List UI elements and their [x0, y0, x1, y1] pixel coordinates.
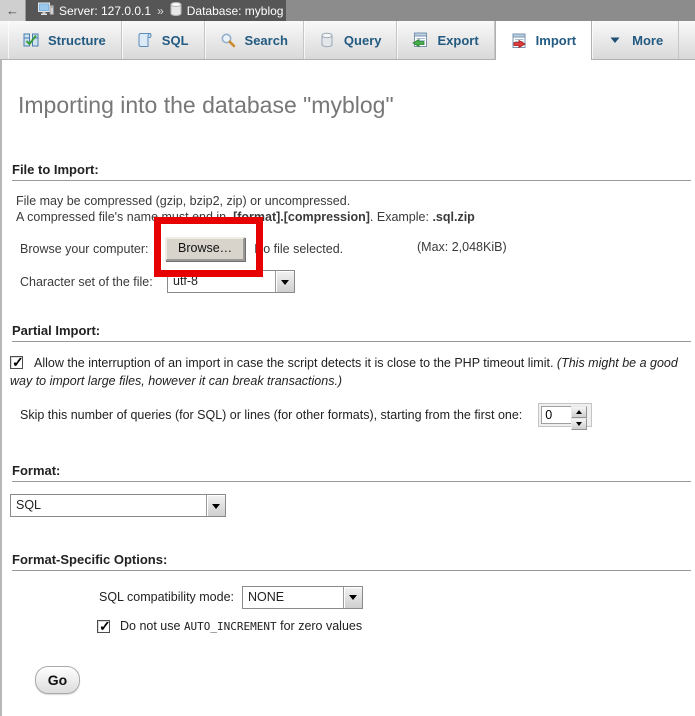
- export-icon: [412, 32, 428, 48]
- help-line2-format: .[format].[compression]: [230, 210, 370, 224]
- main-content: Importing into the database "myblog" Fil…: [0, 60, 695, 716]
- search-icon: [220, 32, 236, 48]
- skip-queries-spinner: [538, 403, 592, 427]
- allow-interruption-row: Allow the interruption of an import in c…: [10, 355, 691, 390]
- auto-increment-checkbox[interactable]: [97, 620, 110, 633]
- format-select[interactable]: SQL: [10, 494, 226, 517]
- format-select-value: SQL: [11, 495, 206, 516]
- query-icon: [319, 32, 335, 48]
- sql-compat-select-value: NONE: [243, 587, 343, 608]
- breadcrumb-separator: »: [156, 4, 165, 18]
- browse-row: Browse your computer: Browse… No file se…: [20, 235, 693, 262]
- help-line2-prefix: A compressed file's name must end in: [16, 210, 230, 224]
- tab-structure[interactable]: Structure: [8, 21, 122, 59]
- tab-label: Search: [245, 33, 288, 48]
- browse-label: Browse your computer:: [20, 242, 165, 256]
- help-line2-example: .sql.zip: [432, 210, 474, 224]
- back-arrow-button[interactable]: ←: [0, 0, 26, 21]
- skip-queries-input[interactable]: [541, 406, 571, 424]
- go-button[interactable]: Go: [35, 666, 80, 694]
- section-title-format-options: Format-Specific Options:: [12, 552, 691, 571]
- dropdown-arrow-icon: [343, 587, 362, 608]
- skip-queries-row: Skip this number of queries (for SQL) or…: [20, 403, 693, 427]
- sql-compat-label: SQL compatibility mode:: [99, 590, 234, 604]
- tab-import[interactable]: Import: [495, 21, 592, 60]
- skip-queries-label: Skip this number of queries (for SQL) or…: [20, 408, 522, 422]
- auto-increment-row: Do not use AUTO_INCREMENT for zero value…: [97, 619, 693, 633]
- spinner-down-button[interactable]: [571, 418, 587, 430]
- charset-select[interactable]: utf-8: [167, 270, 295, 293]
- tab-more[interactable]: More: [592, 21, 679, 59]
- import-icon: [511, 33, 527, 49]
- tab-search[interactable]: Search: [205, 21, 304, 59]
- max-size-text: (Max: 2,048KiB): [417, 240, 507, 254]
- browse-button[interactable]: Browse…: [165, 237, 245, 261]
- breadcrumb-server-link[interactable]: Server: 127.0.0.1: [59, 4, 151, 18]
- more-chevron-icon: [607, 32, 623, 48]
- page-title: Importing into the database "myblog": [18, 60, 693, 119]
- server-icon: [38, 2, 54, 20]
- tab-label: SQL: [162, 33, 189, 48]
- section-title-format: Format:: [12, 463, 691, 482]
- auto-increment-code: AUTO_INCREMENT: [184, 620, 277, 633]
- allow-interruption-checkbox[interactable]: [10, 356, 23, 369]
- tab-export[interactable]: Export: [397, 21, 494, 59]
- dropdown-arrow-icon: [275, 271, 294, 292]
- auto-increment-text: Do not use AUTO_INCREMENT for zero value…: [120, 619, 362, 633]
- tab-bar: Structure SQL Search Query Export Import: [0, 21, 695, 60]
- dropdown-arrow-icon: [206, 495, 225, 516]
- charset-select-value: utf-8: [168, 271, 275, 292]
- charset-row: Character set of the file: utf-8: [20, 270, 693, 293]
- tab-label: More: [632, 33, 663, 48]
- section-title-partial-import: Partial Import:: [12, 323, 691, 342]
- sql-icon: [137, 32, 153, 48]
- breadcrumb-bar: ← Server: 127.0.0.1 » Database: myblog: [0, 0, 695, 21]
- structure-icon: [23, 32, 39, 48]
- tab-sql[interactable]: SQL: [122, 21, 205, 59]
- section-title-file-to-import: File to Import:: [12, 162, 691, 181]
- sql-compat-select[interactable]: NONE: [242, 586, 363, 609]
- tab-query[interactable]: Query: [304, 21, 398, 59]
- no-file-selected-text: No file selected.: [254, 242, 343, 256]
- back-arrow-icon: ←: [6, 3, 19, 18]
- file-import-help-text: File may be compressed (gzip, bzip2, zip…: [16, 193, 693, 225]
- charset-label: Character set of the file:: [20, 275, 167, 289]
- spinner-buttons: [571, 406, 587, 424]
- database-icon: [170, 2, 182, 19]
- help-line2-mid: . Example:: [370, 210, 433, 224]
- breadcrumb: ← Server: 127.0.0.1 » Database: myblog: [0, 0, 286, 21]
- tab-label: Structure: [48, 33, 106, 48]
- spinner-up-button[interactable]: [571, 406, 587, 418]
- breadcrumb-database-link[interactable]: Database: myblog: [187, 4, 284, 18]
- sql-compat-row: SQL compatibility mode: NONE: [99, 585, 693, 609]
- help-line1: File may be compressed (gzip, bzip2, zip…: [16, 194, 350, 208]
- tab-label: Import: [536, 33, 576, 48]
- allow-interruption-text: Allow the interruption of an import in c…: [34, 356, 557, 370]
- tab-label: Export: [437, 33, 478, 48]
- tab-label: Query: [344, 33, 382, 48]
